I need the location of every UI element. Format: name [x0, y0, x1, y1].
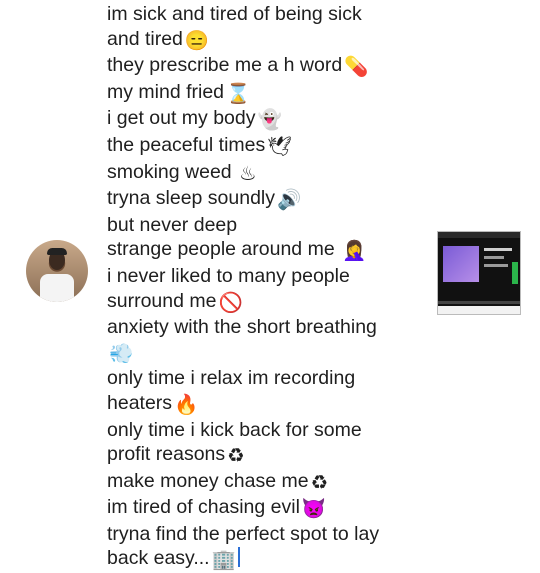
prohibited-icon: 🚫 [218, 291, 243, 314]
poem-line-text: i get out my body [107, 107, 256, 130]
poem-line: heaters 🔥 [107, 391, 427, 418]
poem-line: but never deep [107, 213, 427, 238]
pill-icon: 💊 [344, 56, 369, 79]
poem-line-text: tryna find the perfect spot to lay [107, 522, 380, 545]
poem-line: i never liked to many people [107, 264, 427, 289]
thumbnail-green-tab [512, 262, 518, 284]
poem-line: smoking weed ♨ [107, 160, 427, 187]
poem-line: only time i relax im recording [107, 366, 427, 391]
poem-line-text: my mind fried [107, 80, 225, 103]
thumbnail-text-line [484, 264, 508, 267]
poem-line: im tired of chasing evil 👿 [107, 495, 427, 522]
poem-line: and tired 😑 [107, 27, 427, 54]
poem-line-text: they prescribe me a h word [107, 54, 343, 77]
poem-line-text: tryna sleep soundly [107, 187, 276, 210]
poem-line: make money chase me ♻ [107, 469, 427, 496]
poem-line-text: only time i kick back for some [107, 418, 362, 441]
avatar-shirt [40, 274, 74, 302]
speaker-icon: 🔊 [277, 189, 302, 212]
poem-line: surround me 🚫 [107, 289, 427, 316]
poem-line-text: im sick and tired of being sick [107, 3, 362, 25]
poem-line: the peaceful times 🕊 [107, 133, 427, 160]
fire-icon: 🔥 [174, 393, 199, 416]
poem-line-text: im tired of chasing evil [107, 496, 300, 519]
poem-line-text: strange people around me [107, 238, 341, 261]
poem-line-text: make money chase me [107, 469, 309, 492]
poem-line: strange people around me 🤦‍♀️ [107, 237, 427, 264]
poem-line: they prescribe me a h word 💊 [107, 53, 427, 80]
thumbnail-status-bar [438, 232, 520, 238]
expressionless-face-icon: 😑 [184, 29, 210, 52]
thumbnail-text-line [484, 256, 504, 259]
poem-line-text: i never liked to many people [107, 264, 350, 287]
poem-line-text: and tired [107, 27, 183, 50]
building-icon: 🏢 [211, 549, 236, 572]
poem-text: im sick and tired of being sick and tire… [107, 2, 427, 573]
poem-line: only time i kick back for some [107, 418, 427, 443]
profile-avatar[interactable] [26, 240, 88, 302]
poem-line: i get out my body 👻 [107, 106, 427, 133]
poem-line: tryna sleep soundly 🔊 [107, 186, 427, 213]
poem-line-text: profit reasons [107, 443, 226, 466]
avatar-cap [47, 248, 67, 255]
angry-devil-icon: 👿 [301, 498, 327, 521]
poem-line: profit reasons ♻ [107, 442, 427, 469]
poem-line-text: anxiety with the short breathing [107, 316, 377, 339]
poem-line-text: heaters [107, 391, 173, 414]
poem-line: tryna find the perfect spot to lay [107, 522, 427, 547]
poem-line: my mind fried ⌛ [107, 80, 427, 107]
ghost-icon: 👻 [257, 109, 282, 132]
hourglass-icon: ⌛ [226, 82, 251, 105]
poem-line: back easy... 🏢 [107, 546, 427, 573]
dash-icon: 💨 [109, 342, 134, 365]
thumbnail-album-art [443, 246, 479, 282]
thumbnail-text-line [484, 248, 512, 251]
thumbnail-progress-bar [438, 301, 520, 304]
poem-line: im sick and tired of being sick [107, 2, 427, 27]
attached-image-thumbnail[interactable] [437, 231, 521, 315]
poem-line-text: but never deep [107, 213, 238, 236]
hot-springs-icon: ♨ [239, 162, 257, 185]
text-cursor [237, 547, 240, 568]
poem-line-text: surround me [107, 289, 217, 312]
poem-line-text: back easy... [107, 547, 210, 570]
poem-line: anxiety with the short breathing [107, 315, 427, 340]
recycle-icon: ♻ [310, 471, 329, 494]
poem-line-text: the peaceful times [107, 133, 266, 156]
facepalm-icon: 🤦‍♀️ [342, 240, 367, 263]
poem-line: 💨 [107, 340, 427, 367]
thumbnail-bottom-bar [438, 306, 520, 314]
poem-line-text: smoking weed [107, 160, 238, 183]
recycle-icon: ♻ [227, 445, 245, 468]
dove-icon: 🕊 [267, 135, 293, 158]
poem-line-text: only time i relax im recording [107, 367, 356, 390]
